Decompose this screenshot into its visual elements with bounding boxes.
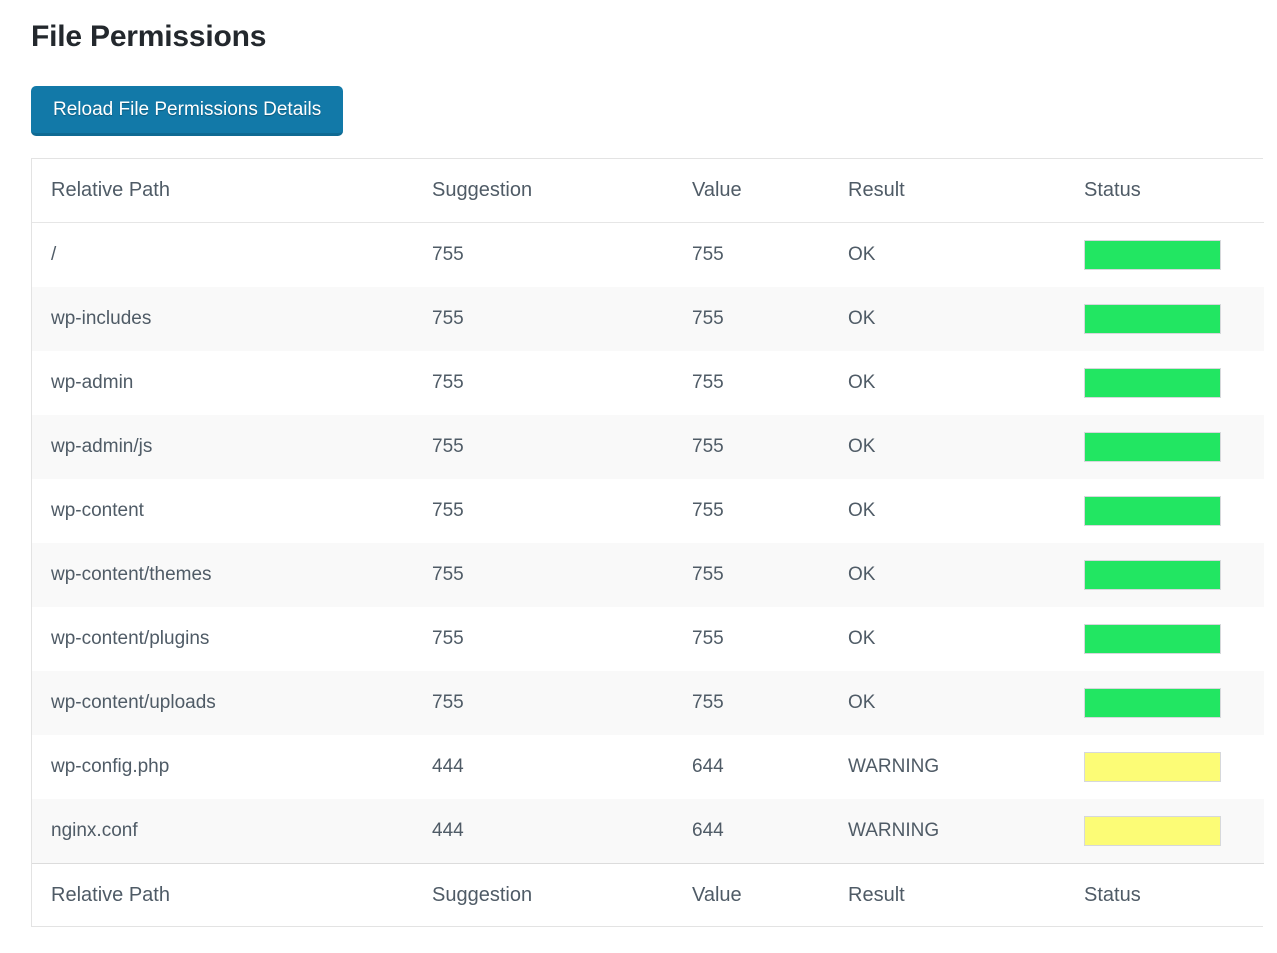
footer-column-value[interactable]: Value (692, 864, 848, 927)
table-row: wp-admin755755OK (32, 351, 1264, 415)
table-body: /755755OKwp-includes755755OKwp-admin7557… (32, 223, 1264, 864)
column-header-value[interactable]: Value (692, 159, 848, 223)
cell-result: WARNING (848, 735, 1084, 799)
table-row: wp-admin/js755755OK (32, 415, 1264, 479)
cell-status (1084, 415, 1264, 479)
cell-status (1084, 543, 1264, 607)
table-row: nginx.conf444644WARNING (32, 799, 1264, 864)
cell-suggestion: 755 (432, 223, 692, 288)
cell-value: 755 (692, 287, 848, 351)
cell-suggestion: 444 (432, 735, 692, 799)
status-badge (1084, 432, 1221, 462)
cell-suggestion: 755 (432, 351, 692, 415)
cell-value: 755 (692, 543, 848, 607)
column-header-status[interactable]: Status (1084, 159, 1264, 223)
status-badge (1084, 368, 1221, 398)
cell-relative-path: wp-includes (32, 287, 432, 351)
column-header-suggestion[interactable]: Suggestion (432, 159, 692, 223)
cell-value: 755 (692, 671, 848, 735)
status-badge (1084, 752, 1221, 782)
cell-result: OK (848, 607, 1084, 671)
cell-status (1084, 351, 1264, 415)
cell-result: OK (848, 351, 1084, 415)
cell-status (1084, 607, 1264, 671)
table-row: wp-content/plugins755755OK (32, 607, 1264, 671)
cell-result: OK (848, 223, 1084, 288)
status-badge (1084, 560, 1221, 590)
page-title: File Permissions (31, 18, 266, 56)
cell-result: OK (848, 543, 1084, 607)
status-badge (1084, 240, 1221, 270)
file-permissions-table-container: Relative Path Suggestion Value Result St… (31, 158, 1263, 927)
table-footer-row: Relative Path Suggestion Value Result St… (32, 864, 1264, 927)
cell-result: OK (848, 479, 1084, 543)
cell-status (1084, 479, 1264, 543)
cell-result: OK (848, 415, 1084, 479)
cell-status (1084, 287, 1264, 351)
reload-file-permissions-button[interactable]: Reload File Permissions Details (31, 86, 343, 136)
footer-column-status[interactable]: Status (1084, 864, 1264, 927)
cell-relative-path: nginx.conf (32, 799, 432, 864)
table-row: wp-content755755OK (32, 479, 1264, 543)
cell-suggestion: 755 (432, 287, 692, 351)
column-header-result[interactable]: Result (848, 159, 1084, 223)
cell-value: 644 (692, 735, 848, 799)
table-row: wp-includes755755OK (32, 287, 1264, 351)
cell-status (1084, 671, 1264, 735)
status-badge (1084, 304, 1221, 334)
cell-value: 755 (692, 223, 848, 288)
cell-result: WARNING (848, 799, 1084, 864)
file-permissions-table: Relative Path Suggestion Value Result St… (32, 159, 1264, 926)
footer-column-result[interactable]: Result (848, 864, 1084, 927)
table-row: /755755OK (32, 223, 1264, 288)
footer-column-relative-path[interactable]: Relative Path (32, 864, 432, 927)
table-header-row: Relative Path Suggestion Value Result St… (32, 159, 1264, 223)
cell-value: 644 (692, 799, 848, 864)
cell-status (1084, 735, 1264, 799)
cell-result: OK (848, 671, 1084, 735)
status-badge (1084, 816, 1221, 846)
column-header-relative-path[interactable]: Relative Path (32, 159, 432, 223)
cell-suggestion: 755 (432, 607, 692, 671)
cell-suggestion: 755 (432, 415, 692, 479)
table-row: wp-config.php444644WARNING (32, 735, 1264, 799)
cell-value: 755 (692, 351, 848, 415)
cell-relative-path: wp-config.php (32, 735, 432, 799)
status-badge (1084, 624, 1221, 654)
cell-relative-path: wp-admin (32, 351, 432, 415)
table-row: wp-content/uploads755755OK (32, 671, 1264, 735)
cell-relative-path: wp-content (32, 479, 432, 543)
table-header: Relative Path Suggestion Value Result St… (32, 159, 1264, 223)
file-permissions-page: File Permissions Reload File Permissions… (0, 0, 1277, 953)
table-row: wp-content/themes755755OK (32, 543, 1264, 607)
cell-result: OK (848, 287, 1084, 351)
table-footer: Relative Path Suggestion Value Result St… (32, 864, 1264, 927)
footer-column-suggestion[interactable]: Suggestion (432, 864, 692, 927)
status-badge (1084, 688, 1221, 718)
cell-relative-path: / (32, 223, 432, 288)
cell-suggestion: 755 (432, 479, 692, 543)
cell-relative-path: wp-content/uploads (32, 671, 432, 735)
cell-relative-path: wp-admin/js (32, 415, 432, 479)
cell-value: 755 (692, 415, 848, 479)
cell-relative-path: wp-content/plugins (32, 607, 432, 671)
cell-status (1084, 223, 1264, 288)
cell-suggestion: 755 (432, 543, 692, 607)
cell-value: 755 (692, 607, 848, 671)
cell-value: 755 (692, 479, 848, 543)
cell-suggestion: 444 (432, 799, 692, 864)
cell-suggestion: 755 (432, 671, 692, 735)
cell-status (1084, 799, 1264, 864)
cell-relative-path: wp-content/themes (32, 543, 432, 607)
status-badge (1084, 496, 1221, 526)
